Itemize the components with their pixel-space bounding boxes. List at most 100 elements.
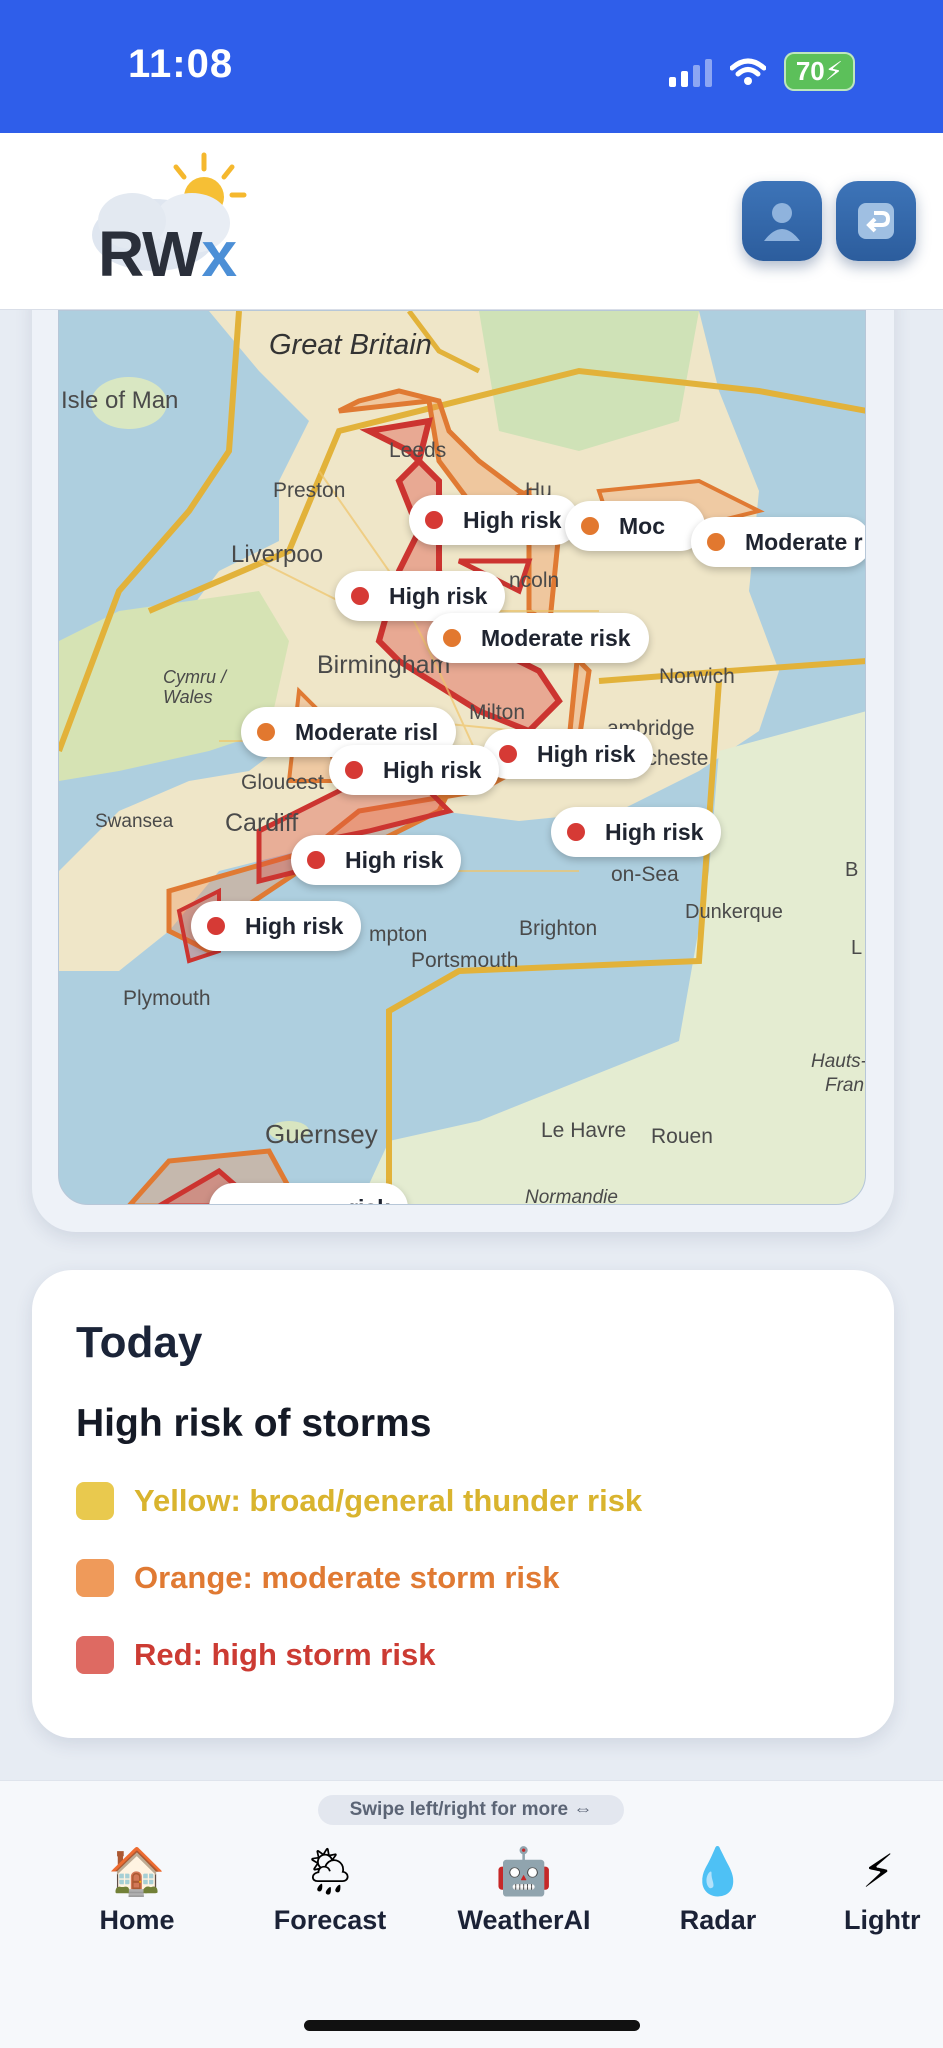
logo-text-main: RW [98, 218, 202, 290]
map-label-cardiff: Cardiff [225, 809, 299, 837]
home-icon: 🏠 [108, 1845, 166, 1897]
nav-label: Home [99, 1905, 175, 1935]
legend-label: Orange: moderate storm risk [134, 1560, 560, 1595]
map-label-france: Fran [825, 1075, 865, 1096]
signal-icon [668, 57, 712, 87]
legend-headline: High risk of storms [76, 1402, 432, 1445]
profile-button[interactable] [742, 181, 822, 261]
droplet-icon: 💧 [689, 1845, 747, 1897]
moderate-risk-dot [257, 723, 275, 741]
risk-marker-moderate[interactable]: Moderate r [691, 517, 865, 567]
map-label-swansea: Swansea [95, 811, 174, 832]
risk-marker-moderate[interactable]: Moderate risk [427, 613, 649, 663]
status-time: 11:08 [128, 42, 234, 86]
map-label-portsmouth: Portsmouth [411, 949, 519, 972]
orange-swatch [76, 1559, 114, 1597]
high-risk-dot [345, 761, 363, 779]
risk-marker-high[interactable]: High risk [551, 807, 722, 857]
legend-item-orange: Orange: moderate storm risk [76, 1559, 560, 1597]
map-label-birmingham: Birmingham [317, 651, 451, 679]
map-label-leeds: Leeds [389, 439, 447, 462]
map-label-gloucester: Gloucest [241, 771, 324, 794]
risk-marker-high[interactable]: High risk [409, 495, 580, 545]
risk-marker-high[interactable]: High risk [291, 835, 462, 885]
risk-marker-high[interactable]: High risk [483, 729, 654, 779]
bottom-nav: Swipe left/right for more ⇔ 🏠 Home 🌦 For… [0, 1780, 943, 2048]
map-label-l: L [851, 937, 863, 959]
nav-weatherai[interactable]: 🤖 WeatherAI [444, 1841, 604, 1936]
legend-day: Today [76, 1318, 203, 1367]
lightning-icon: ⚡ [862, 1845, 895, 1897]
risk-marker-label: High risk [345, 846, 444, 873]
risk-marker-label: Moc [619, 512, 665, 539]
map-label-norwich: Norwich [659, 665, 735, 688]
battery-indicator: 70⚡ [783, 52, 855, 91]
logo-text: RWx [98, 217, 237, 291]
risk-marker-label: High risk [537, 740, 636, 767]
map-label-plymouth: Plymouth [123, 987, 211, 1010]
app-header: RWx [0, 133, 943, 310]
moderate-risk-dot [581, 517, 599, 535]
status-bar: 11:08 70⚡ [0, 0, 943, 133]
home-indicator [304, 2020, 640, 2031]
nav-label: Lightr [844, 1905, 921, 1935]
map-label-lincoln: ncoln [509, 569, 560, 592]
map-label-on-sea: on-Sea [611, 863, 679, 886]
yellow-swatch [76, 1482, 114, 1520]
risk-marker-label: High risk [389, 582, 488, 609]
high-risk-dot [207, 917, 225, 935]
risk-marker-label: High risk [245, 912, 344, 939]
map-label-isle-of-man: Isle of Man [61, 387, 179, 414]
nav-radar[interactable]: 💧 Radar [638, 1841, 798, 1936]
risk-marker-label: Moderate r [745, 528, 863, 555]
moderate-risk-dot [707, 533, 725, 551]
swipe-hint: Swipe left/right for more ⇔ [318, 1795, 624, 1825]
nav-home[interactable]: 🏠 Home [57, 1841, 217, 1936]
map-label-liverpool: Liverpoo [231, 541, 324, 568]
risk-marker-moderate[interactable]: Moc [565, 501, 705, 551]
nav-label: Forecast [273, 1905, 387, 1935]
nav-label: Radar [679, 1905, 757, 1935]
legend-label: Yellow: broad/general thunder risk [134, 1483, 643, 1518]
map-label-brighton: Brighton [519, 917, 598, 940]
risk-marker-high[interactable]: High risk [329, 745, 500, 795]
risk-marker-label: High risk [383, 756, 482, 783]
risk-marker-label: High risk [463, 506, 562, 533]
risk-marker-label: Moderate risl [295, 718, 439, 745]
high-risk-dot [567, 823, 585, 841]
risk-marker-label: Moderate risk [481, 624, 631, 651]
map-label-dunkerque: Dunkerque [685, 901, 783, 923]
return-icon [858, 203, 894, 239]
risk-marker-high[interactable]: High risk [191, 901, 362, 951]
forecast-icon: 🌦 [300, 1845, 360, 1897]
legend-item-yellow: Yellow: broad/general thunder risk [76, 1482, 642, 1520]
legend-item-red: Red: high storm risk [76, 1636, 435, 1674]
map-label-guernsey: Guernsey [265, 1119, 378, 1149]
map-label-wales: Cymru / Wales [163, 667, 226, 707]
wifi-icon [729, 58, 766, 85]
risk-marker-high[interactable]: risk [209, 1183, 408, 1205]
map-label-b: B [845, 859, 859, 881]
map-label-great-britain: Great Britain [269, 329, 432, 361]
map-label-preston: Preston [273, 479, 346, 502]
map-label-normandie: Normandie [525, 1187, 618, 1205]
battery-level: 70 [795, 56, 825, 86]
back-button[interactable] [836, 181, 916, 261]
forecast-legend-card: Today High risk of storms Yellow: broad/… [32, 1270, 894, 1738]
moderate-risk-dot [443, 629, 461, 647]
legend-label: Red: high storm risk [134, 1637, 436, 1672]
logo-text-accent: x [201, 218, 237, 290]
map-label-milton: Milton [469, 701, 526, 724]
nav-lightning[interactable]: ⚡ Lightr [830, 1841, 943, 1936]
red-swatch [76, 1636, 114, 1674]
user-icon [764, 203, 800, 241]
nav-forecast[interactable]: 🌦 Forecast [250, 1841, 410, 1936]
map-label-hauts: Hauts- [811, 1051, 866, 1072]
high-risk-dot [351, 587, 369, 605]
storm-risk-map[interactable]: Great Britain Isle of Man Leeds Preston … [58, 310, 866, 1205]
map-label-le-havre: Le Havre [541, 1119, 627, 1142]
map-label-rouen: Rouen [651, 1125, 713, 1148]
robot-icon: 🤖 [495, 1845, 553, 1897]
high-risk-dot [307, 851, 325, 869]
risk-marker-label: risk [349, 1195, 390, 1205]
